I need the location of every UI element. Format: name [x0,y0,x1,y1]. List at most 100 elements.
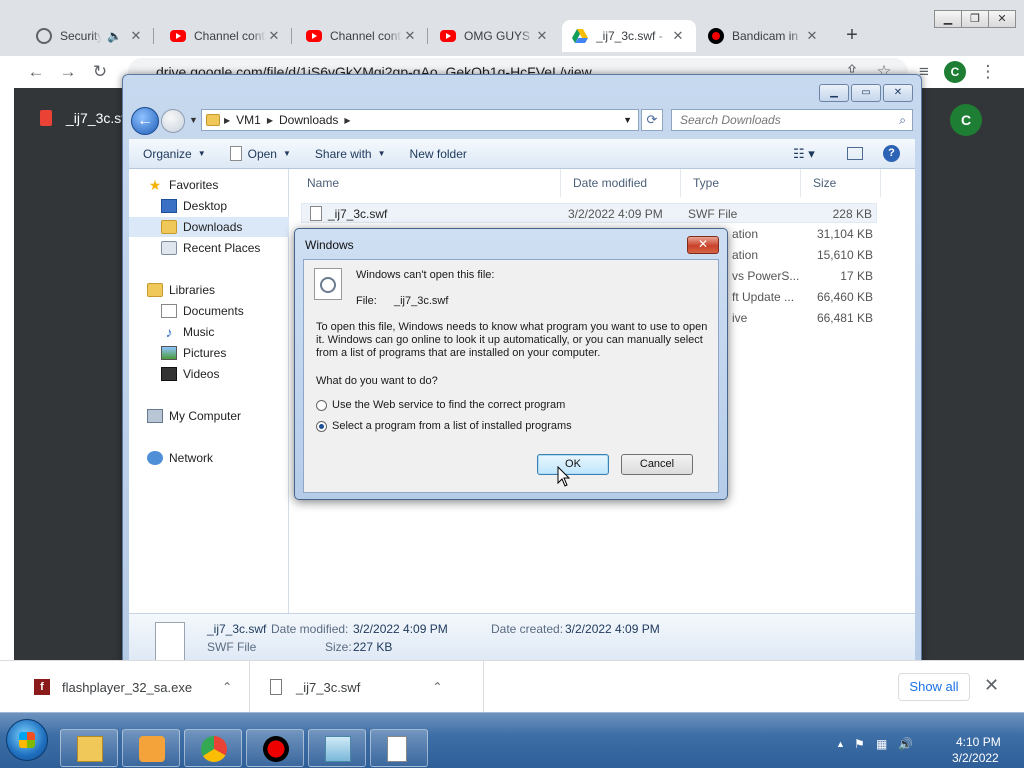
close-icon[interactable]: ✕ [266,28,282,44]
media-player-icon [139,736,165,762]
menu-kebab-icon[interactable]: ⋮ [976,60,1000,84]
close-icon[interactable]: ✕ [804,28,820,44]
column-type[interactable]: Type [681,169,801,197]
breadcrumb-vm1[interactable]: VM1 [236,113,261,127]
nav-music[interactable]: ♪ Music [129,322,289,342]
nav-label: Music [183,325,215,339]
file-icon [40,110,52,126]
maximize-button[interactable]: ▭ [851,84,881,102]
share-with-button[interactable]: Share with ▼ [303,147,398,161]
nav-network[interactable]: Network [129,448,289,468]
minimize-button[interactable]: ▁ [819,84,849,102]
nav-my-computer[interactable]: My Computer [129,406,289,426]
nav-documents[interactable]: Documents [129,301,289,321]
close-icon[interactable]: ✕ [128,28,144,44]
nav-videos[interactable]: Videos [129,364,289,384]
documents-icon [161,304,177,318]
network-tray-icon[interactable]: ▦ [876,737,887,751]
view-options-icon[interactable]: ☷ ▾ [793,146,815,162]
chevron-up-icon[interactable]: ⌃ [432,680,442,694]
flash-icon: f [34,679,50,695]
details-date-created: 3/2/2022 4:09 PM [565,622,660,636]
close-icon[interactable]: ✕ [534,28,550,44]
nav-pictures[interactable]: Pictures [129,343,289,363]
forward-arrow-icon[interactable] [161,109,185,133]
taskbar-file[interactable] [370,729,428,767]
download-item-flashplayer[interactable]: f flashplayer_32_sa.exe ⌃ [0,661,250,713]
ok-button[interactable]: OK [537,454,609,475]
address-dropdown-icon[interactable]: ▼ [623,115,632,125]
organize-button[interactable]: Organize ▼ [129,147,218,161]
close-icon[interactable]: ✕ [402,28,418,44]
help-icon[interactable]: ? [883,145,900,162]
taskbar-media-player[interactable] [122,729,180,767]
restore-button[interactable]: ❐ [961,10,989,28]
profile-avatar[interactable]: C [944,61,966,83]
close-icon[interactable]: ✕ [984,675,999,696]
close-button[interactable]: ✕ [988,10,1016,28]
libraries-icon [147,283,163,297]
tab-omg-guys[interactable]: OMG GUYS I ✕ [430,20,560,52]
nav-label: Recent Places [183,241,261,255]
forward-arrow-icon[interactable]: → [56,60,80,84]
details-date-modified-label: Date modified: [271,622,349,636]
file-row[interactable]: _ij7_3c.swf 3/2/2022 4:09 PM SWF File 22… [301,203,877,223]
start-button[interactable] [6,719,48,761]
tab-bandicam[interactable]: Bandicam in ✕ [698,20,830,52]
search-input[interactable]: Search Downloads ⌕ [671,109,913,131]
dialog-close-button[interactable]: ✕ [687,236,719,254]
tab-security[interactable]: Security- 🔈 ✕ [26,20,154,52]
nav-label: Favorites [169,178,219,192]
file-type: ation [732,248,759,262]
nav-favorites[interactable]: ★ Favorites [129,175,289,195]
nav-downloads[interactable]: Downloads [129,217,289,237]
nav-label: Downloads [183,220,243,234]
tab-channel-2[interactable]: Channel cont ✕ [296,20,428,52]
taskbar-chrome[interactable] [184,729,242,767]
breadcrumb-downloads[interactable]: Downloads [279,113,338,127]
pictures-icon [161,346,177,360]
chevron-up-icon[interactable]: ⌃ [222,680,232,694]
open-button[interactable]: Open ▼ [218,146,303,161]
column-date-modified[interactable]: Date modified [561,169,681,197]
option-installed-programs-label[interactable]: Select a program from a list of installe… [332,420,572,432]
clock-time[interactable]: 4:10 PM [956,735,1001,749]
back-arrow-icon[interactable]: ← [24,60,48,84]
refresh-icon[interactable]: ⟳ [641,109,663,131]
reload-icon[interactable]: ↻ [88,60,112,84]
show-all-button[interactable]: Show all [898,673,970,701]
drive-avatar[interactable]: C [950,104,982,136]
nav-label: Documents [183,304,244,318]
column-size[interactable]: Size [801,169,881,197]
search-icon[interactable]: ⌕ [899,110,906,130]
taskbar-notepad[interactable] [308,729,366,767]
nav-libraries[interactable]: Libraries [129,280,289,300]
tab-drive-file[interactable]: _ij7_3c.swf - ✕ [562,20,696,52]
speaker-icon[interactable]: 🔈 [107,29,122,43]
taskbar-explorer[interactable] [60,729,118,767]
tray-expand-icon[interactable]: ▲ [836,739,845,749]
volume-icon[interactable]: 🔊 [898,737,913,751]
cancel-button[interactable]: Cancel [621,454,693,475]
nav-recent-places[interactable]: Recent Places [129,238,289,258]
new-tab-button[interactable]: + [840,24,864,48]
nav-desktop[interactable]: Desktop [129,196,289,216]
clock-date[interactable]: 3/2/2022 [952,751,999,765]
column-name[interactable]: Name [295,169,561,197]
drive-file-title: _ij7_3c.sv [66,110,129,126]
history-dropdown-icon[interactable]: ▼ [189,115,198,125]
taskbar-bandicam[interactable] [246,729,304,767]
radio-web-service[interactable] [316,400,327,411]
download-item-swf[interactable]: _ij7_3c.swf ⌃ [250,661,484,713]
new-folder-button[interactable]: New folder [398,147,479,161]
preview-pane-icon[interactable] [847,147,863,160]
back-arrow-icon[interactable]: ← [131,107,159,135]
radio-installed-programs[interactable] [316,421,327,432]
close-button[interactable]: ✕ [883,84,913,102]
option-web-service-label[interactable]: Use the Web service to find the correct … [332,399,565,411]
close-icon[interactable]: ✕ [670,28,686,44]
tab-channel-1[interactable]: Channel cont ✕ [160,20,292,52]
action-center-icon[interactable]: ⚑ [854,737,865,751]
explorer-address-bar[interactable]: ▶ VM1 ▶ Downloads ▶ ▼ [201,109,639,131]
minimize-button[interactable]: ▁ [934,10,962,28]
